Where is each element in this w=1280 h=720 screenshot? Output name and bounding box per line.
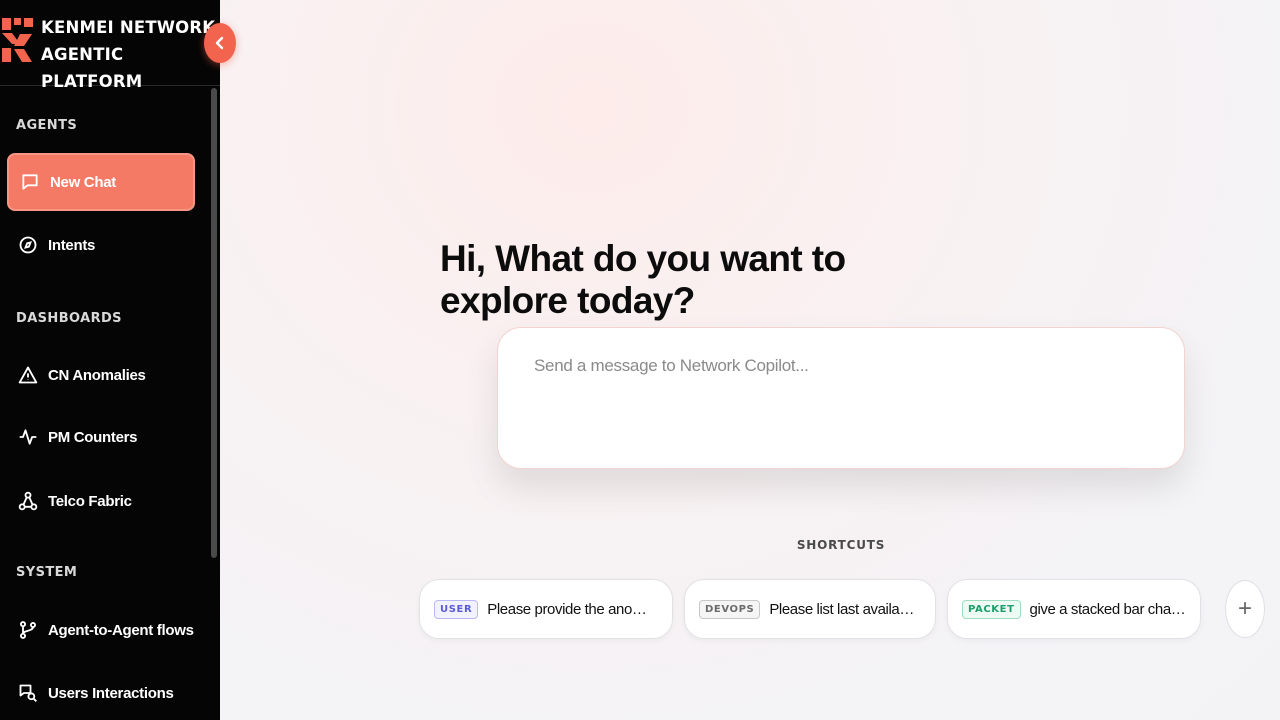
- sidebar-item-label: Telco Fabric: [48, 492, 132, 510]
- chat-bubble-icon: [19, 171, 41, 193]
- sidebar-item-new-chat[interactable]: New Chat: [7, 153, 195, 211]
- sidebar-item-intents[interactable]: Intents: [7, 216, 195, 274]
- main-area: Hi, What do you want to explore today? S…: [220, 0, 1280, 720]
- network-nodes-icon: [17, 490, 39, 512]
- message-input[interactable]: [534, 356, 1134, 376]
- sidebar-item-users-interactions[interactable]: Users Interactions: [7, 664, 195, 720]
- shortcut-text: Please list last available ano...: [769, 600, 935, 618]
- brand-name: KENMEI NETWORK AGENTIC PLATFORM: [41, 14, 220, 95]
- shortcut-text: Please provide the anomalies r...: [487, 600, 672, 618]
- sidebar-item-label: Intents: [48, 236, 96, 254]
- activity-pulse-icon: [17, 426, 39, 448]
- git-branch-icon: [17, 619, 39, 641]
- sidebar-item-pm-counters[interactable]: PM Counters: [7, 408, 195, 466]
- section-label-dashboards: DASHBOARDS: [16, 311, 122, 326]
- sidebar-item-label: CN Anomalies: [48, 366, 146, 384]
- warning-triangle-icon: [17, 364, 39, 386]
- section-label-agents: AGENTS: [16, 118, 78, 133]
- sidebar-scrollbar[interactable]: [211, 88, 217, 558]
- sidebar-item-label: Agent-to-Agent flows: [48, 621, 194, 639]
- shortcut-tag: USER: [434, 599, 479, 619]
- sidebar-item-label: Users Interactions: [48, 684, 174, 702]
- plus-icon: +: [1237, 595, 1252, 622]
- sidebar-item-agent-flows[interactable]: Agent-to-Agent flows: [7, 601, 195, 659]
- page-title: Hi, What do you want to explore today?: [440, 238, 846, 321]
- shortcut-chip-packet[interactable]: PACKET give a stacked bar chart in a ...: [947, 579, 1201, 639]
- kenmei-logo-icon: [2, 18, 33, 62]
- shortcut-tag: PACKET: [962, 599, 1021, 619]
- compass-icon: [17, 234, 39, 256]
- brand-line-2: AGENTIC PLATFORM: [41, 45, 143, 91]
- sidebar-item-cn-anomalies[interactable]: CN Anomalies: [7, 346, 195, 404]
- brand-line-1: KENMEI NETWORK: [41, 18, 216, 37]
- sidebar-collapse-button[interactable]: [204, 23, 236, 63]
- message-composer[interactable]: [497, 327, 1185, 469]
- brand-header: KENMEI NETWORK AGENTIC PLATFORM: [0, 0, 220, 91]
- sidebar: KENMEI NETWORK AGENTIC PLATFORM AGENTS N…: [0, 0, 220, 720]
- sidebar-item-telco-fabric[interactable]: Telco Fabric: [7, 472, 195, 530]
- sidebar-item-label: PM Counters: [48, 428, 138, 446]
- sidebar-item-label: New Chat: [50, 173, 116, 191]
- shortcuts-label: SHORTCUTS: [796, 538, 886, 552]
- shortcut-tag: DEVOPS: [699, 599, 761, 619]
- add-shortcut-button[interactable]: +: [1225, 580, 1265, 638]
- shortcut-chip-devops[interactable]: DEVOPS Please list last available ano...: [684, 579, 936, 639]
- shortcut-chip-user[interactable]: USER Please provide the anomalies r...: [419, 579, 673, 639]
- chevron-left-icon: [215, 36, 224, 50]
- section-label-system: SYSTEM: [16, 565, 78, 580]
- shortcut-text: give a stacked bar chart in a ...: [1029, 600, 1201, 618]
- messages-search-icon: [17, 682, 39, 704]
